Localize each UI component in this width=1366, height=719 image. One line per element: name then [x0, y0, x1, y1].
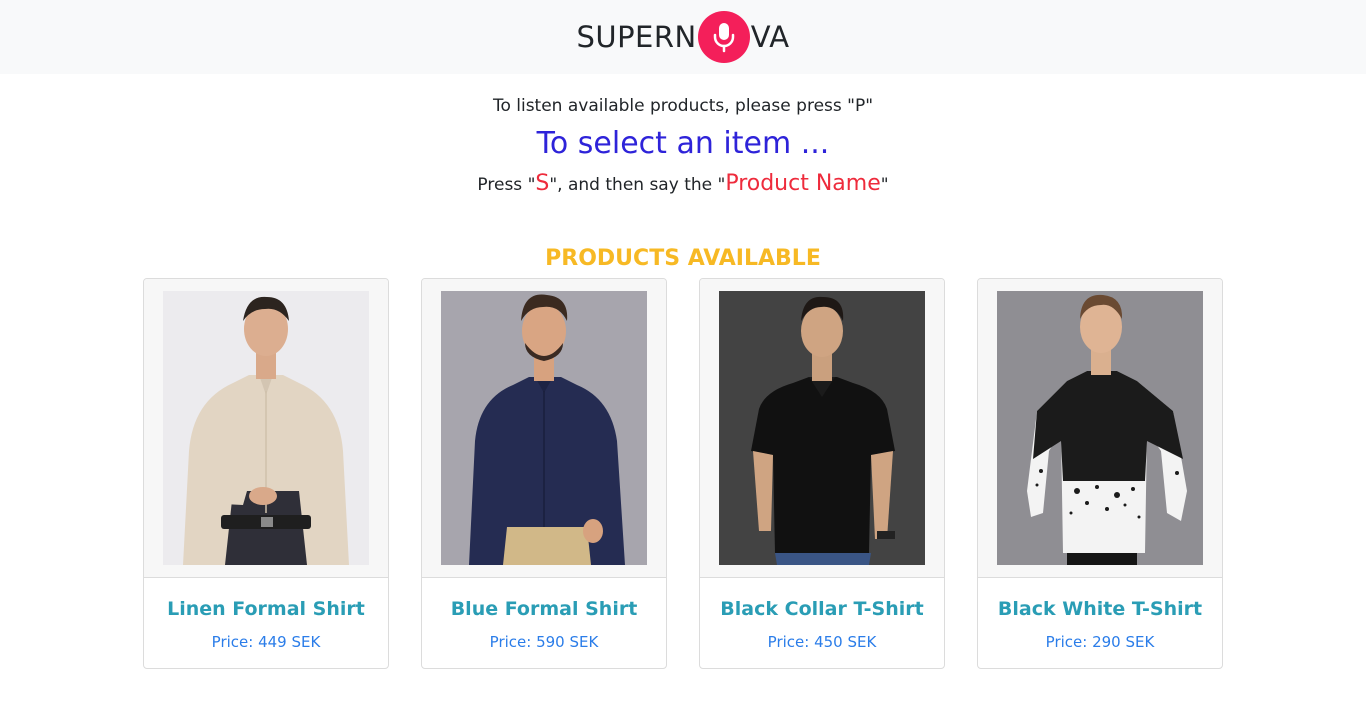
product-info: Black Collar T-Shirt Price: 450 SEK	[700, 578, 944, 652]
microphone-icon	[697, 11, 750, 63]
product-price: Price: 449 SEK	[211, 633, 321, 651]
product-name-hint: Product Name	[725, 171, 881, 196]
product-info: Linen Formal Shirt Price: 449 SEK	[144, 578, 388, 652]
products-section-title: PRODUCTS AVAILABLE	[545, 246, 821, 271]
brand-text-right: VA	[750, 20, 790, 54]
select-key: S	[535, 171, 550, 196]
product-image-wrap	[700, 279, 944, 578]
brand-logo[interactable]: SUPERN VA	[576, 11, 789, 63]
product-title[interactable]: Blue Formal Shirt	[422, 596, 666, 622]
product-info: Blue Formal Shirt Price: 590 SEK	[422, 578, 666, 652]
product-title[interactable]: Black White T-Shirt	[978, 596, 1222, 622]
product-image-black-polo[interactable]	[719, 291, 925, 565]
instruction-text: ", and then say the "	[549, 175, 726, 195]
instruction-text: "	[880, 175, 889, 195]
product-card[interactable]: Blue Formal Shirt Price: 590 SEK	[421, 278, 667, 669]
instruction-text: Press "	[477, 175, 536, 195]
voice-instructions: To listen available products, please pre…	[0, 94, 1366, 200]
product-info: Black White T-Shirt Price: 290 SEK	[978, 578, 1222, 652]
product-price: Price: 590 SEK	[489, 633, 599, 651]
product-title[interactable]: Linen Formal Shirt	[144, 596, 388, 622]
product-image-linen-shirt[interactable]	[163, 291, 369, 565]
product-card[interactable]: Black Collar T-Shirt Price: 450 SEK	[699, 278, 945, 669]
brand-text-left: SUPERN	[576, 20, 697, 54]
product-image-wrap	[978, 279, 1222, 578]
product-image-black-white-tee[interactable]	[997, 291, 1203, 565]
product-image-wrap	[144, 279, 388, 578]
product-title[interactable]: Black Collar T-Shirt	[700, 596, 944, 622]
product-card[interactable]: Black White T-Shirt Price: 290 SEK	[977, 278, 1223, 669]
product-price: Price: 450 SEK	[767, 633, 877, 651]
product-image-wrap	[422, 279, 666, 578]
product-card[interactable]: Linen Formal Shirt Price: 449 SEK	[143, 278, 389, 669]
navbar: SUPERN VA	[0, 0, 1366, 74]
product-price: Price: 290 SEK	[1045, 633, 1155, 651]
select-instruction: Press "S", and then say the "Product Nam…	[0, 168, 1366, 200]
select-heading: To select an item ...	[536, 126, 830, 161]
listen-instruction: To listen available products, please pre…	[492, 96, 874, 116]
product-grid: Linen Formal Shirt Price: 449 SEK Blue F…	[143, 278, 1223, 669]
product-image-blue-shirt[interactable]	[441, 291, 647, 565]
